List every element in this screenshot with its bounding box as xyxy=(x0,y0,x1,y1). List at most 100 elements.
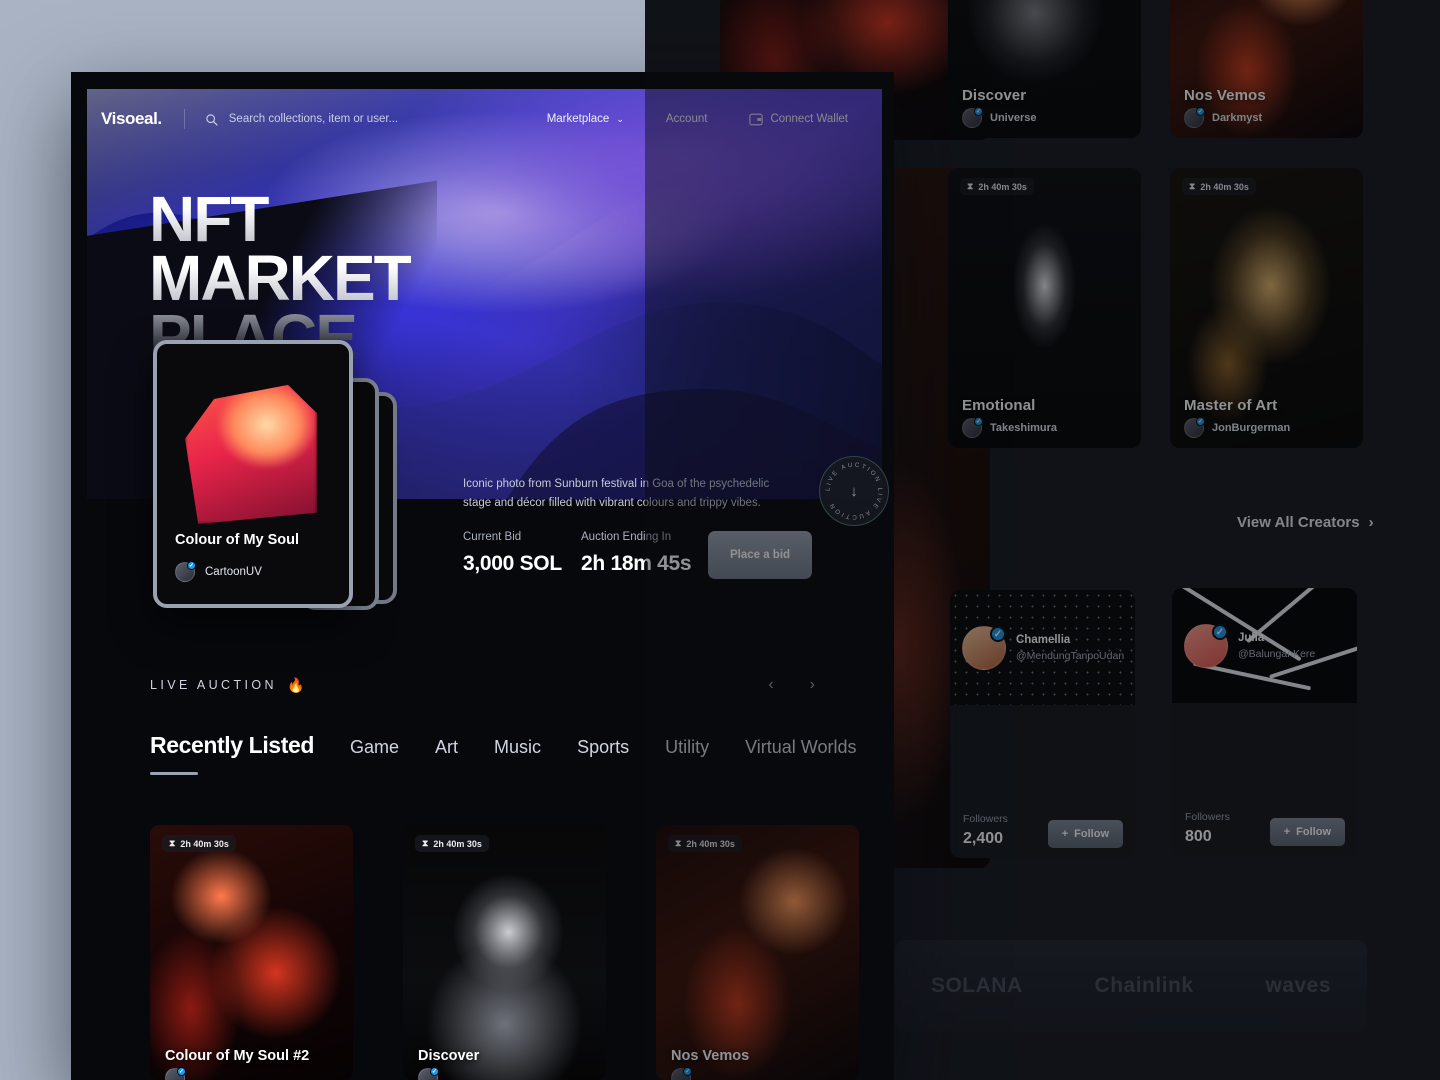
creator-name: Julia xyxy=(1238,632,1265,645)
avatar xyxy=(1184,624,1228,668)
plus-icon: + xyxy=(1061,828,1069,840)
tab-music[interactable]: Music xyxy=(494,737,541,758)
auction-ending-value: 2h 18m 45s xyxy=(581,552,692,575)
hero-title-line1: NFT xyxy=(149,187,411,251)
bg-nft-card-master-of-art[interactable]: ⧗ 2h 40m 30s Master of Art JonBurgerman xyxy=(1170,168,1363,448)
nft-card-title: Nos Vemos xyxy=(671,1048,750,1064)
nft-grid: ⧗ 2h 40m 30s Colour of My Soul #2 ⧗ 2h 4… xyxy=(150,825,859,1080)
place-bid-button[interactable]: Place a bid xyxy=(708,531,812,579)
nft-card-nos-vemos[interactable]: ⧗ 2h 40m 30s Nos Vemos xyxy=(656,825,859,1080)
avatar xyxy=(962,107,983,128)
hourglass-icon: ⧗ xyxy=(967,181,974,191)
avatar xyxy=(418,1067,439,1080)
follow-button[interactable]: + Follow xyxy=(1047,820,1123,848)
timer-value: 2h 40m 30s xyxy=(1200,181,1249,192)
current-bid-label: Current Bid xyxy=(463,531,522,543)
nft-card-discover[interactable]: ⧗ 2h 40m 30s Discover xyxy=(403,825,606,1080)
carousel-prev-button[interactable]: ‹ xyxy=(768,676,773,694)
bg-card-author: Darkmyst xyxy=(1184,107,1263,128)
author-name: CartoonUV xyxy=(205,566,262,578)
bg-card-title: Master of Art xyxy=(1184,397,1278,414)
bg-nft-card-emotional[interactable]: ⧗ 2h 40m 30s Emotional Takeshimura xyxy=(948,168,1141,448)
follow-label: Follow xyxy=(1296,826,1331,838)
followers-count: 800 xyxy=(1185,828,1212,845)
tab-sports[interactable]: Sports xyxy=(577,737,629,758)
nft-card-colour-of-my-soul-2[interactable]: ⧗ 2h 40m 30s Colour of My Soul #2 xyxy=(150,825,353,1080)
carousel-next-button[interactable]: › xyxy=(810,676,815,694)
creator-name: Chamellia xyxy=(1016,634,1071,647)
nav-divider xyxy=(183,109,185,129)
carousel-arrows: ‹ › xyxy=(768,676,815,694)
tab-utility[interactable]: Utility xyxy=(665,737,709,758)
creator-card-chamellia[interactable]: Chamellia @MendungTanpoUdan Followers 2,… xyxy=(950,590,1135,858)
timer-value: 2h 40m 30s xyxy=(978,181,1027,192)
tab-art[interactable]: Art xyxy=(435,737,458,758)
hourglass-icon: ⧗ xyxy=(1189,181,1196,191)
artwork-lava xyxy=(150,825,353,1080)
hourglass-icon: ⧗ xyxy=(675,838,682,848)
verified-icon xyxy=(177,1067,186,1076)
verified-icon xyxy=(1196,107,1205,116)
creator-identity: Chamellia @MendungTanpoUdan xyxy=(962,626,1124,670)
search-input[interactable]: Search collections, item or user... xyxy=(205,113,398,126)
timer-badge: ⧗ 2h 40m 30s xyxy=(960,178,1034,195)
hero-title-line2: MARKET xyxy=(149,241,413,314)
avatar xyxy=(671,1067,692,1080)
bg-card-author: Universe xyxy=(962,107,1037,128)
nav-account[interactable]: Account xyxy=(666,113,708,125)
chevron-right-icon: › xyxy=(1368,514,1374,531)
bg-nft-card-discover[interactable]: Discover Universe xyxy=(948,0,1141,138)
live-auction-badge[interactable]: LIVE AUCTION LIVE AUCTION ↓ xyxy=(819,456,889,526)
artwork-statue xyxy=(403,825,606,1080)
view-all-creators-link[interactable]: View All Creators › xyxy=(1237,514,1374,531)
author-name: Darkmyst xyxy=(1212,112,1263,124)
nav-marketplace[interactable]: Marketplace ⌄ xyxy=(547,113,624,125)
creator-handle: @MendungTanpoUdan xyxy=(1016,649,1125,662)
author-avatar-wrap xyxy=(418,1067,439,1080)
partners-strip: SOLANA Chainlink waves xyxy=(895,940,1367,1032)
avatar xyxy=(165,1067,186,1080)
avatar xyxy=(1184,417,1205,438)
timer-badge: ⧗ 2h 40m 30s xyxy=(668,835,742,852)
follow-label: Follow xyxy=(1074,828,1109,840)
current-bid-value: 3,000 SOL xyxy=(463,552,562,575)
hero-description: Iconic photo from Sunburn festival in Go… xyxy=(463,478,770,509)
auction-ending-stat: Auction Ending In 2h 18m 45s xyxy=(581,531,692,576)
chevron-down-icon: ⌄ xyxy=(616,113,624,124)
tab-game[interactable]: Game xyxy=(350,737,399,758)
marketplace-page: Visoeal. Search collections, item or use… xyxy=(71,72,894,1080)
tab-virtual-worlds[interactable]: Virtual Worlds xyxy=(745,737,856,758)
top-navigation: Visoeal. Search collections, item or use… xyxy=(71,104,894,134)
nav-account-label: Account xyxy=(665,113,708,125)
connect-wallet-label: Connect Wallet xyxy=(770,113,848,125)
hourglass-icon: ⧗ xyxy=(169,838,176,848)
nft-artwork-cube xyxy=(185,384,317,524)
verified-icon xyxy=(683,1067,692,1076)
current-bid-stat: Current Bid 3,000 SOL xyxy=(463,531,562,576)
featured-nft-card[interactable]: Colour of My Soul CartoonUV xyxy=(153,340,353,608)
followers-label: Followers xyxy=(1185,811,1230,823)
connect-wallet-button[interactable]: Connect Wallet xyxy=(749,113,848,126)
svg-text:LIVE AUCTION LIVE AUCTION: LIVE AUCTION LIVE AUCTION xyxy=(825,462,884,521)
avatar xyxy=(962,626,1006,670)
author-name: Universe xyxy=(990,112,1037,124)
verified-icon xyxy=(990,626,1006,642)
nav-marketplace-label: Marketplace xyxy=(546,113,610,125)
category-tabs: Recently Listed Game Art Music Sports Ut… xyxy=(150,732,856,775)
hourglass-icon: ⧗ xyxy=(422,838,429,848)
chainlink-logo: Chainlink xyxy=(1094,974,1194,997)
bg-card-author: JonBurgerman xyxy=(1184,417,1290,438)
waves-logo: waves xyxy=(1265,974,1332,997)
creator-card-julia[interactable]: Julia @BalunganKere Followers 800 + Foll… xyxy=(1172,588,1357,856)
plus-icon: + xyxy=(1283,826,1291,838)
bg-nft-card-nos-vemos[interactable]: Nos Vemos Darkmyst xyxy=(1170,0,1363,138)
verified-icon xyxy=(430,1067,439,1076)
brand-logo[interactable]: Visoeal. xyxy=(101,109,162,129)
verified-icon xyxy=(974,417,983,426)
verified-icon xyxy=(1212,624,1228,640)
fire-icon: 🔥 xyxy=(286,676,305,693)
follow-button[interactable]: + Follow xyxy=(1269,818,1345,846)
tab-recently-listed[interactable]: Recently Listed xyxy=(150,732,314,775)
live-auction-section-header: LIVE AUCTION 🔥 ‹ › xyxy=(150,676,815,694)
avatar xyxy=(1184,107,1205,128)
